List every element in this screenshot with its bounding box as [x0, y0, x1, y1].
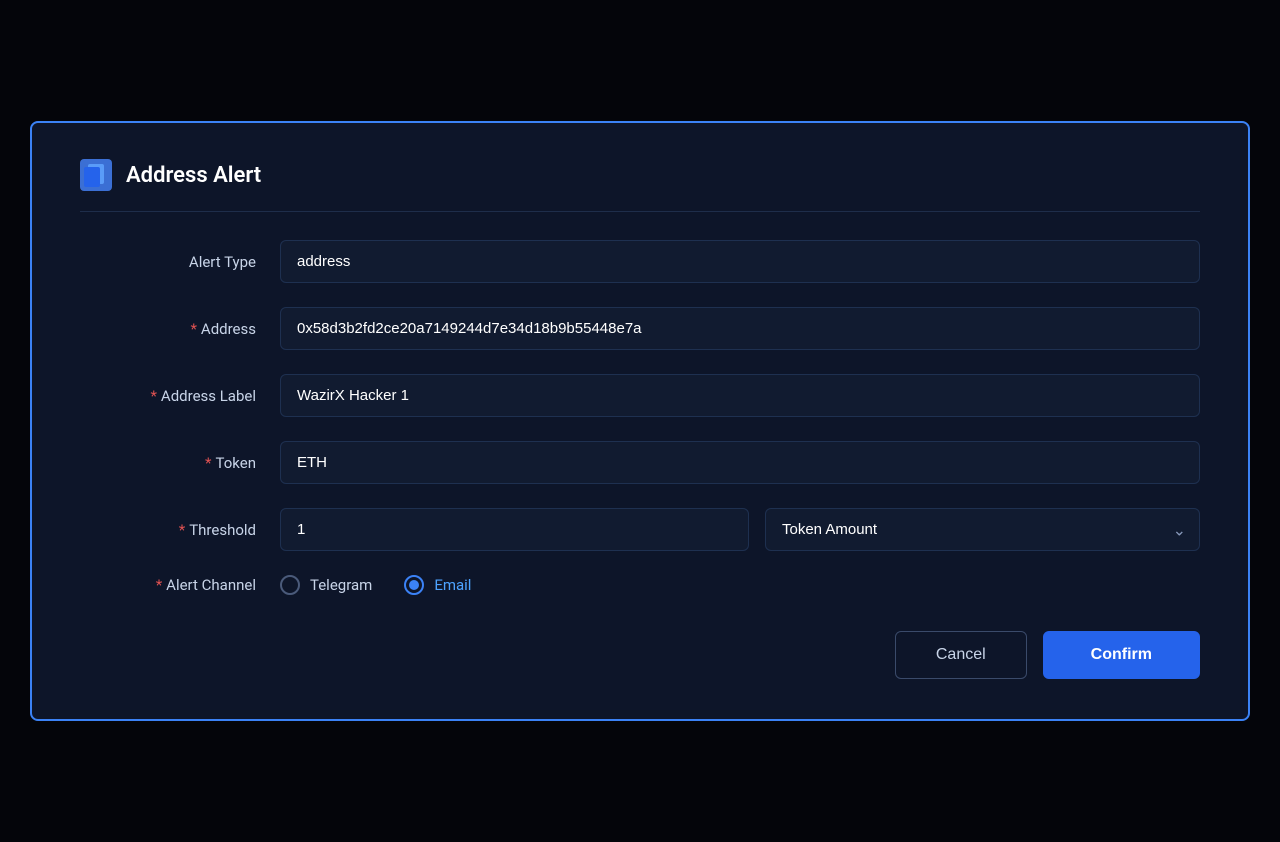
address-input[interactable] [280, 307, 1200, 350]
cancel-button[interactable]: Cancel [895, 631, 1027, 679]
threshold-row: *Threshold Token Amount USD Value ⌄ [80, 508, 1200, 551]
confirm-button[interactable]: Confirm [1043, 631, 1200, 679]
required-star-4: * [179, 521, 185, 539]
required-star-2: * [150, 387, 156, 405]
email-radio[interactable] [404, 575, 424, 595]
address-alert-dialog: Address Alert Alert Type *Address *Addre… [30, 121, 1250, 721]
dialog-icon [80, 159, 112, 191]
required-star-3: * [205, 454, 211, 472]
address-label-field-label: *Address Label [80, 387, 280, 405]
modal-overlay: Address Alert Alert Type *Address *Addre… [0, 0, 1280, 842]
alert-type-input[interactable] [280, 240, 1200, 283]
threshold-controls: Token Amount USD Value ⌄ [280, 508, 1200, 551]
dialog-header: Address Alert [80, 159, 1200, 212]
alert-type-label: Alert Type [80, 253, 280, 271]
telegram-option[interactable]: Telegram [280, 575, 372, 595]
threshold-type-wrapper: Token Amount USD Value ⌄ [765, 508, 1200, 551]
email-option[interactable]: Email [404, 575, 471, 595]
token-row: *Token [80, 441, 1200, 484]
telegram-radio[interactable] [280, 575, 300, 595]
required-star-5: * [156, 576, 162, 594]
threshold-input[interactable] [280, 508, 749, 551]
telegram-label: Telegram [310, 576, 372, 594]
dialog-title: Address Alert [126, 163, 261, 188]
email-label: Email [434, 576, 471, 594]
address-row: *Address [80, 307, 1200, 350]
alert-channel-row: *Alert Channel Telegram Email [80, 575, 1200, 595]
radio-group: Telegram Email [280, 575, 471, 595]
required-star: * [190, 320, 196, 338]
address-label-row: *Address Label [80, 374, 1200, 417]
address-label-input[interactable] [280, 374, 1200, 417]
address-label: *Address [80, 320, 280, 338]
form-body: Alert Type *Address *Address Label [80, 240, 1200, 595]
alert-type-row: Alert Type [80, 240, 1200, 283]
token-label: *Token [80, 454, 280, 472]
dialog-footer: Cancel Confirm [80, 631, 1200, 679]
alert-channel-label: *Alert Channel [80, 576, 280, 594]
threshold-type-select[interactable]: Token Amount USD Value [765, 508, 1200, 551]
token-input[interactable] [280, 441, 1200, 484]
threshold-label: *Threshold [80, 521, 280, 539]
